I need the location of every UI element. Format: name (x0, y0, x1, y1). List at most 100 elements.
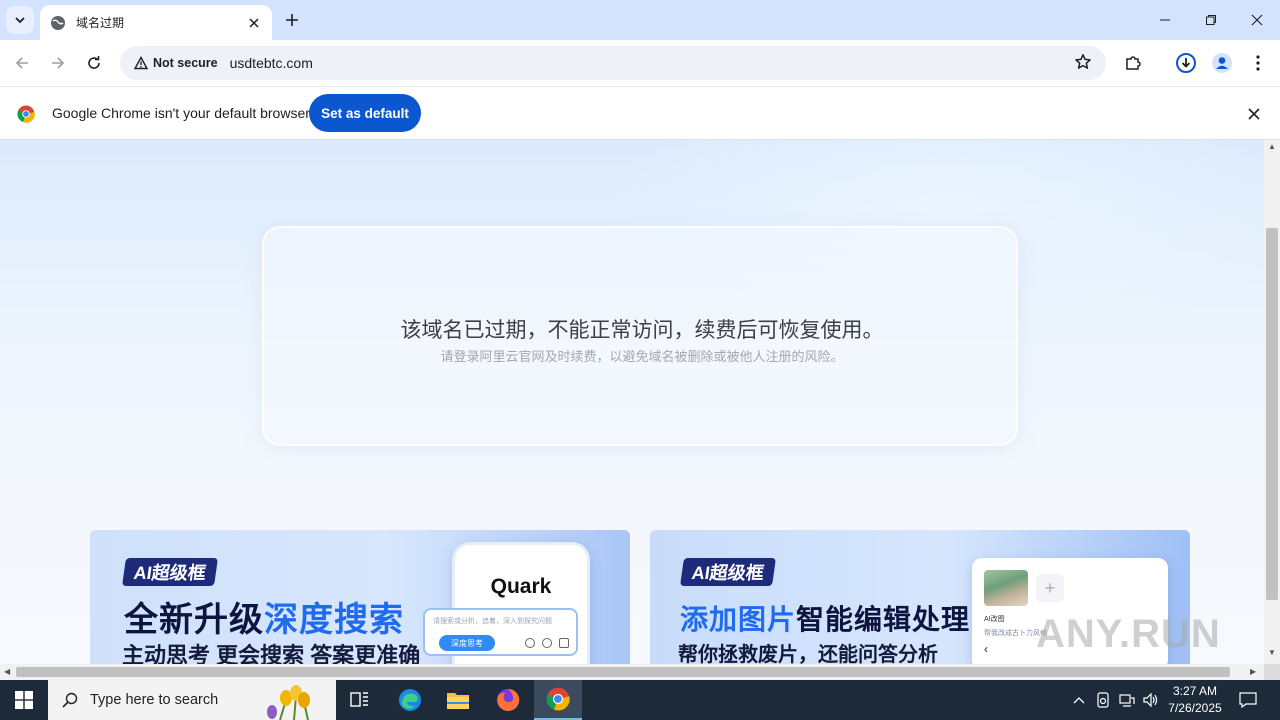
notification-icon (1239, 692, 1257, 708)
downloads-button[interactable] (1172, 49, 1200, 77)
edge-taskbar-app[interactable] (386, 680, 434, 720)
start-button[interactable] (0, 680, 48, 720)
browser-toolbar: Not secure usdtebtc.com (0, 40, 1280, 86)
chrome-taskbar-app[interactable] (534, 680, 582, 720)
banner-subtitle: 主动思考 更会搜索 答案更准确 (122, 643, 421, 664)
ai-tag: AI超级框 (122, 558, 218, 586)
close-window-button[interactable] (1234, 0, 1280, 40)
tab-close-icon[interactable] (246, 15, 262, 31)
expired-message: 该域名已过期，不能正常访问，续费后可恢复使用。 (400, 319, 884, 342)
tab-strip: 域名过期 (0, 0, 1280, 40)
infobar-message: Google Chrome isn't your default browser (52, 105, 310, 121)
download-icon (1176, 53, 1196, 73)
banner-title-suffix: 智能编辑处理 (796, 604, 971, 635)
network-icon[interactable] (1116, 680, 1138, 720)
taskbar-clock[interactable]: 3:27 AM 7/26/2025 (1160, 683, 1230, 717)
quark-logo: Quark (490, 575, 552, 598)
anyrun-watermark: ANY.RUN (1036, 612, 1221, 656)
task-view-button[interactable] (336, 680, 384, 720)
menu-button[interactable] (1244, 49, 1272, 77)
security-chip[interactable]: Not secure (128, 50, 224, 76)
chevron-left-icon: ‹ (984, 642, 988, 656)
vertical-scroll-thumb[interactable] (1266, 228, 1278, 600)
banner-title: 添加图片智能编辑处理 (680, 598, 970, 638)
arrow-icon (542, 638, 552, 648)
renew-hint: 请登录阿里云官网及时续费，以避免域名被删除或被他人注册的风险。 (440, 349, 844, 364)
forward-button[interactable] (44, 49, 72, 77)
flowers-decoration-icon (267, 685, 310, 720)
search-icon (62, 692, 78, 708)
restore-button[interactable] (1188, 0, 1234, 40)
file-explorer-taskbar-app[interactable] (434, 680, 482, 720)
close-icon (1251, 14, 1263, 26)
profile-button[interactable] (1208, 49, 1236, 77)
avatar-icon (1212, 53, 1232, 73)
tab-title: 域名过期 (76, 16, 125, 30)
firefox-taskbar-app[interactable] (484, 680, 532, 720)
clock-date: 7/26/2025 (1168, 701, 1222, 715)
windows-logo-icon (15, 691, 33, 709)
reload-icon (88, 56, 100, 69)
volume-icon[interactable] (1140, 680, 1162, 720)
infobar-close-icon[interactable] (1244, 104, 1264, 124)
clock-time: 3:27 AM (1172, 684, 1218, 698)
default-browser-infobar: Google Chrome isn't your default browser… (0, 86, 1280, 140)
minimize-icon (1160, 19, 1170, 21)
banner-title-highlight: 深度搜索 (264, 601, 404, 639)
url-text[interactable]: usdtebtc.com (230, 55, 313, 71)
banner-title-prefix: 添加图片 (680, 604, 797, 635)
scroll-down-icon[interactable]: ▼ (1268, 648, 1276, 657)
task-view-icon (350, 692, 368, 707)
notifications-button[interactable] (1232, 680, 1264, 720)
banner-subtitle: 帮你拯救废片，还能问答分析 (678, 644, 938, 664)
banner-title-prefix: 全新升级 (124, 601, 264, 639)
camera-icon (559, 638, 569, 648)
chrome-logo-icon (17, 105, 35, 128)
chevron-up-icon (1073, 697, 1085, 704)
firefox-icon (497, 688, 520, 711)
scrollbar-corner (1264, 664, 1280, 680)
set-as-default-button[interactable]: Set as default (309, 94, 421, 132)
search-box-mockup: 请搜索或分析，追着，深入到探究问题 深度思考 (423, 608, 578, 656)
globe-icon (525, 638, 535, 648)
horizontal-scroll-thumb[interactable] (16, 667, 1230, 677)
forward-arrow-icon (52, 57, 65, 69)
security-label: Not secure (153, 56, 218, 70)
extensions-button[interactable] (1119, 49, 1147, 77)
banner-title: 全新升级深度搜索 (124, 592, 404, 641)
bookmark-star-icon[interactable] (1074, 53, 1092, 76)
scroll-up-icon[interactable]: ▲ (1268, 142, 1276, 151)
tray-overflow-button[interactable] (1068, 680, 1090, 720)
plus-icon (286, 14, 298, 26)
taskbar-search-box[interactable]: Type here to search (48, 680, 336, 720)
expired-domain-card: 该域名已过期，不能正常访问，续费后可恢复使用。 请登录阿里云官网及时续费，以避免… (262, 226, 1018, 446)
windows-taskbar: Type here to search 3:27 AM 7/26/2025 (0, 680, 1280, 720)
ai-edit-label: AI改图 (984, 616, 1005, 623)
minimize-button[interactable] (1142, 0, 1188, 40)
restore-icon (1206, 15, 1216, 25)
reload-button[interactable] (80, 49, 108, 77)
tab-search-button[interactable] (6, 6, 34, 34)
active-tab[interactable]: 域名过期 (40, 5, 272, 40)
horizontal-scrollbar[interactable]: ◀ ▶ (0, 664, 1264, 680)
vertical-scrollbar[interactable]: ▲ ▼ (1264, 140, 1280, 664)
deep-think-button: 深度思考 (439, 635, 495, 651)
search-placeholder: 请搜索或分析，追着，深入到探究问题 (433, 618, 552, 625)
edge-icon (399, 689, 421, 711)
puzzle-icon (1126, 56, 1141, 70)
scroll-right-icon[interactable]: ▶ (1250, 667, 1256, 676)
taskbar-search-placeholder: Type here to search (90, 692, 219, 708)
quark-search-banner[interactable]: AI超级框 全新升级深度搜索 主动思考 更会搜索 答案更准确 Quark 请搜索… (90, 530, 630, 664)
chrome-icon (546, 687, 570, 711)
back-button[interactable] (8, 49, 36, 77)
tray-device-icon[interactable] (1092, 680, 1114, 720)
scroll-left-icon[interactable]: ◀ (4, 667, 10, 676)
address-bar[interactable]: Not secure usdtebtc.com (120, 46, 1106, 80)
folder-icon (447, 693, 469, 709)
photo-thumbnail (984, 570, 1028, 606)
ai-tag: AI超级框 (680, 558, 776, 586)
new-tab-button[interactable] (281, 9, 303, 31)
chevron-down-icon (15, 17, 25, 24)
back-arrow-icon (15, 57, 28, 69)
add-image-icon: + (1036, 574, 1064, 602)
